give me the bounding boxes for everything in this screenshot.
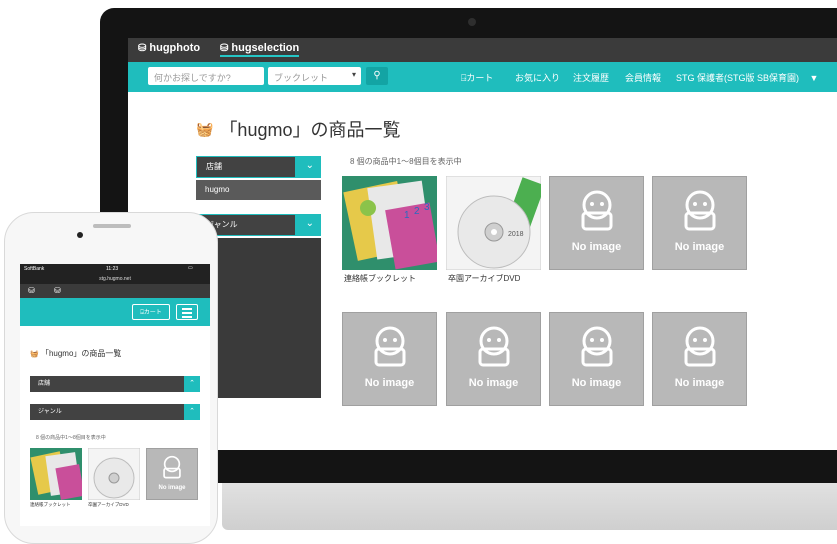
phone-speaker [93, 224, 131, 228]
phone-genre-header[interactable]: ジャンル ⌃ [30, 404, 200, 420]
phone-page-title: 🧺 「hugmo」の商品一覧 [30, 349, 122, 358]
hug-logo-icon: ⛁ [220, 42, 229, 54]
phone-status-bar: SoftBank 11:23 ▭ [20, 264, 210, 274]
nav-member-info[interactable]: 会員情報 [625, 71, 661, 84]
basket-icon: 🧺 [196, 120, 214, 137]
no-image-icon [684, 326, 716, 367]
nav-order-history[interactable]: 注文履歴 [573, 71, 609, 84]
phone-result-count: 8 個の商品中1～8個目を表示中 [36, 435, 106, 441]
desktop-screen: ⛁ hugphoto ⛁ hugselection 何かお探しですか? ブックレ… [128, 38, 837, 450]
phone-product-booklet[interactable]: 連絡帳ブックレット [30, 448, 85, 507]
no-image-icon [478, 326, 510, 367]
brand-hugselection[interactable]: ⛁ hugselection [220, 42, 300, 57]
monitor-camera [468, 18, 476, 26]
phone-screen: SoftBank 11:23 ▭ stg.hugmo.net ⛁ ⛁ ⍈カート … [20, 264, 210, 526]
phone-cart-button[interactable]: ⍈カート [132, 304, 170, 320]
no-image-icon [581, 326, 613, 367]
page-title: 「hugmo」の商品一覧 [219, 120, 401, 140]
product-name[interactable]: 連絡帳ブックレット [344, 273, 416, 284]
nav-cart[interactable]: ⍈カート [461, 71, 493, 84]
product-card-no-image[interactable]: No image [652, 176, 747, 270]
result-count: 8 個の商品中1～8個目を表示中 [350, 157, 462, 166]
nav-user-menu[interactable]: STG 保護者(STG版 SB保育園) ▼ [676, 71, 818, 84]
caret-down-icon: ▾ [351, 70, 356, 79]
svg-text:3: 3 [424, 202, 430, 213]
product-card-no-image[interactable]: No image [446, 312, 541, 406]
search-button[interactable]: ⚲ [366, 67, 388, 85]
phone-brand-bar: ⛁ ⛁ [20, 284, 210, 298]
phone-product-no-image[interactable]: No image [146, 448, 198, 500]
phone-url-bar: stg.hugmo.net [20, 274, 210, 284]
hug-logo-icon: ⛁ [138, 42, 147, 54]
product-card-dvd[interactable]: 2018 卒園アーカイブDVD [445, 175, 546, 283]
category-select[interactable]: ブックレット ▾ [268, 67, 361, 85]
battery-icon: ▭ [188, 265, 193, 271]
dvd-thumbnail: 2018 [445, 175, 546, 271]
hug-logo-icon[interactable]: ⛁ [28, 286, 35, 295]
page-title-row: 🧺 「hugmo」の商品一覧 [196, 116, 400, 142]
basket-icon: 🧺 [30, 351, 39, 358]
phone-camera [77, 232, 83, 238]
product-card-booklet[interactable]: 1 2 3 連絡帳ブックレット [342, 176, 440, 283]
main-navbar: 何かお探しですか? ブックレット ▾ ⚲ ⍈カート お気に入り 注文履歴 会員情… [128, 62, 837, 92]
dvd-thumbnail [87, 447, 141, 501]
svg-text:2: 2 [414, 206, 420, 217]
brand-hugphoto[interactable]: ⛁ hugphoto [138, 42, 200, 54]
phone-navbar: ⍈カート [20, 298, 210, 326]
no-image-icon [163, 455, 181, 479]
product-card-no-image[interactable]: No image [342, 312, 437, 406]
nav-favorites[interactable]: お気に入り [515, 71, 560, 84]
product-card-no-image[interactable]: No image [549, 176, 644, 270]
brand-bar: ⛁ hugphoto ⛁ hugselection [128, 38, 837, 62]
hug-logo-icon[interactable]: ⛁ [54, 286, 61, 295]
chevron-down-icon: ⌄ [305, 160, 314, 171]
no-image-icon [684, 190, 716, 231]
no-image-icon [374, 326, 406, 367]
chevron-down-icon: ⌄ [305, 218, 314, 229]
chevron-up-icon: ⌃ [184, 376, 200, 392]
product-name[interactable]: 卒園アーカイブDVD [448, 273, 520, 284]
product-card-no-image[interactable]: No image [549, 312, 644, 406]
search-icon: ⚲ [373, 70, 381, 81]
svg-text:1: 1 [404, 210, 410, 221]
search-input[interactable]: 何かお探しですか? [148, 67, 264, 85]
hamburger-menu-icon[interactable] [176, 304, 198, 320]
caret-down-icon: ▼ [809, 73, 819, 83]
phone-store-header[interactable]: 店舗 ⌃ [30, 376, 200, 392]
chevron-up-icon: ⌃ [184, 404, 200, 420]
booklet-thumbnail [30, 448, 85, 500]
sidebar-store-header[interactable]: 店舗 ⌄ [196, 156, 321, 178]
sidebar-item-hugmo[interactable]: hugmo [196, 180, 321, 200]
product-card-no-image[interactable]: No image [652, 312, 747, 406]
phone-product-dvd[interactable]: 卒園アーカイブDVD [87, 447, 141, 507]
no-image-icon [581, 190, 613, 231]
booklet-thumbnail: 1 2 3 [342, 176, 440, 270]
dvd-year: 2018 [508, 231, 524, 238]
